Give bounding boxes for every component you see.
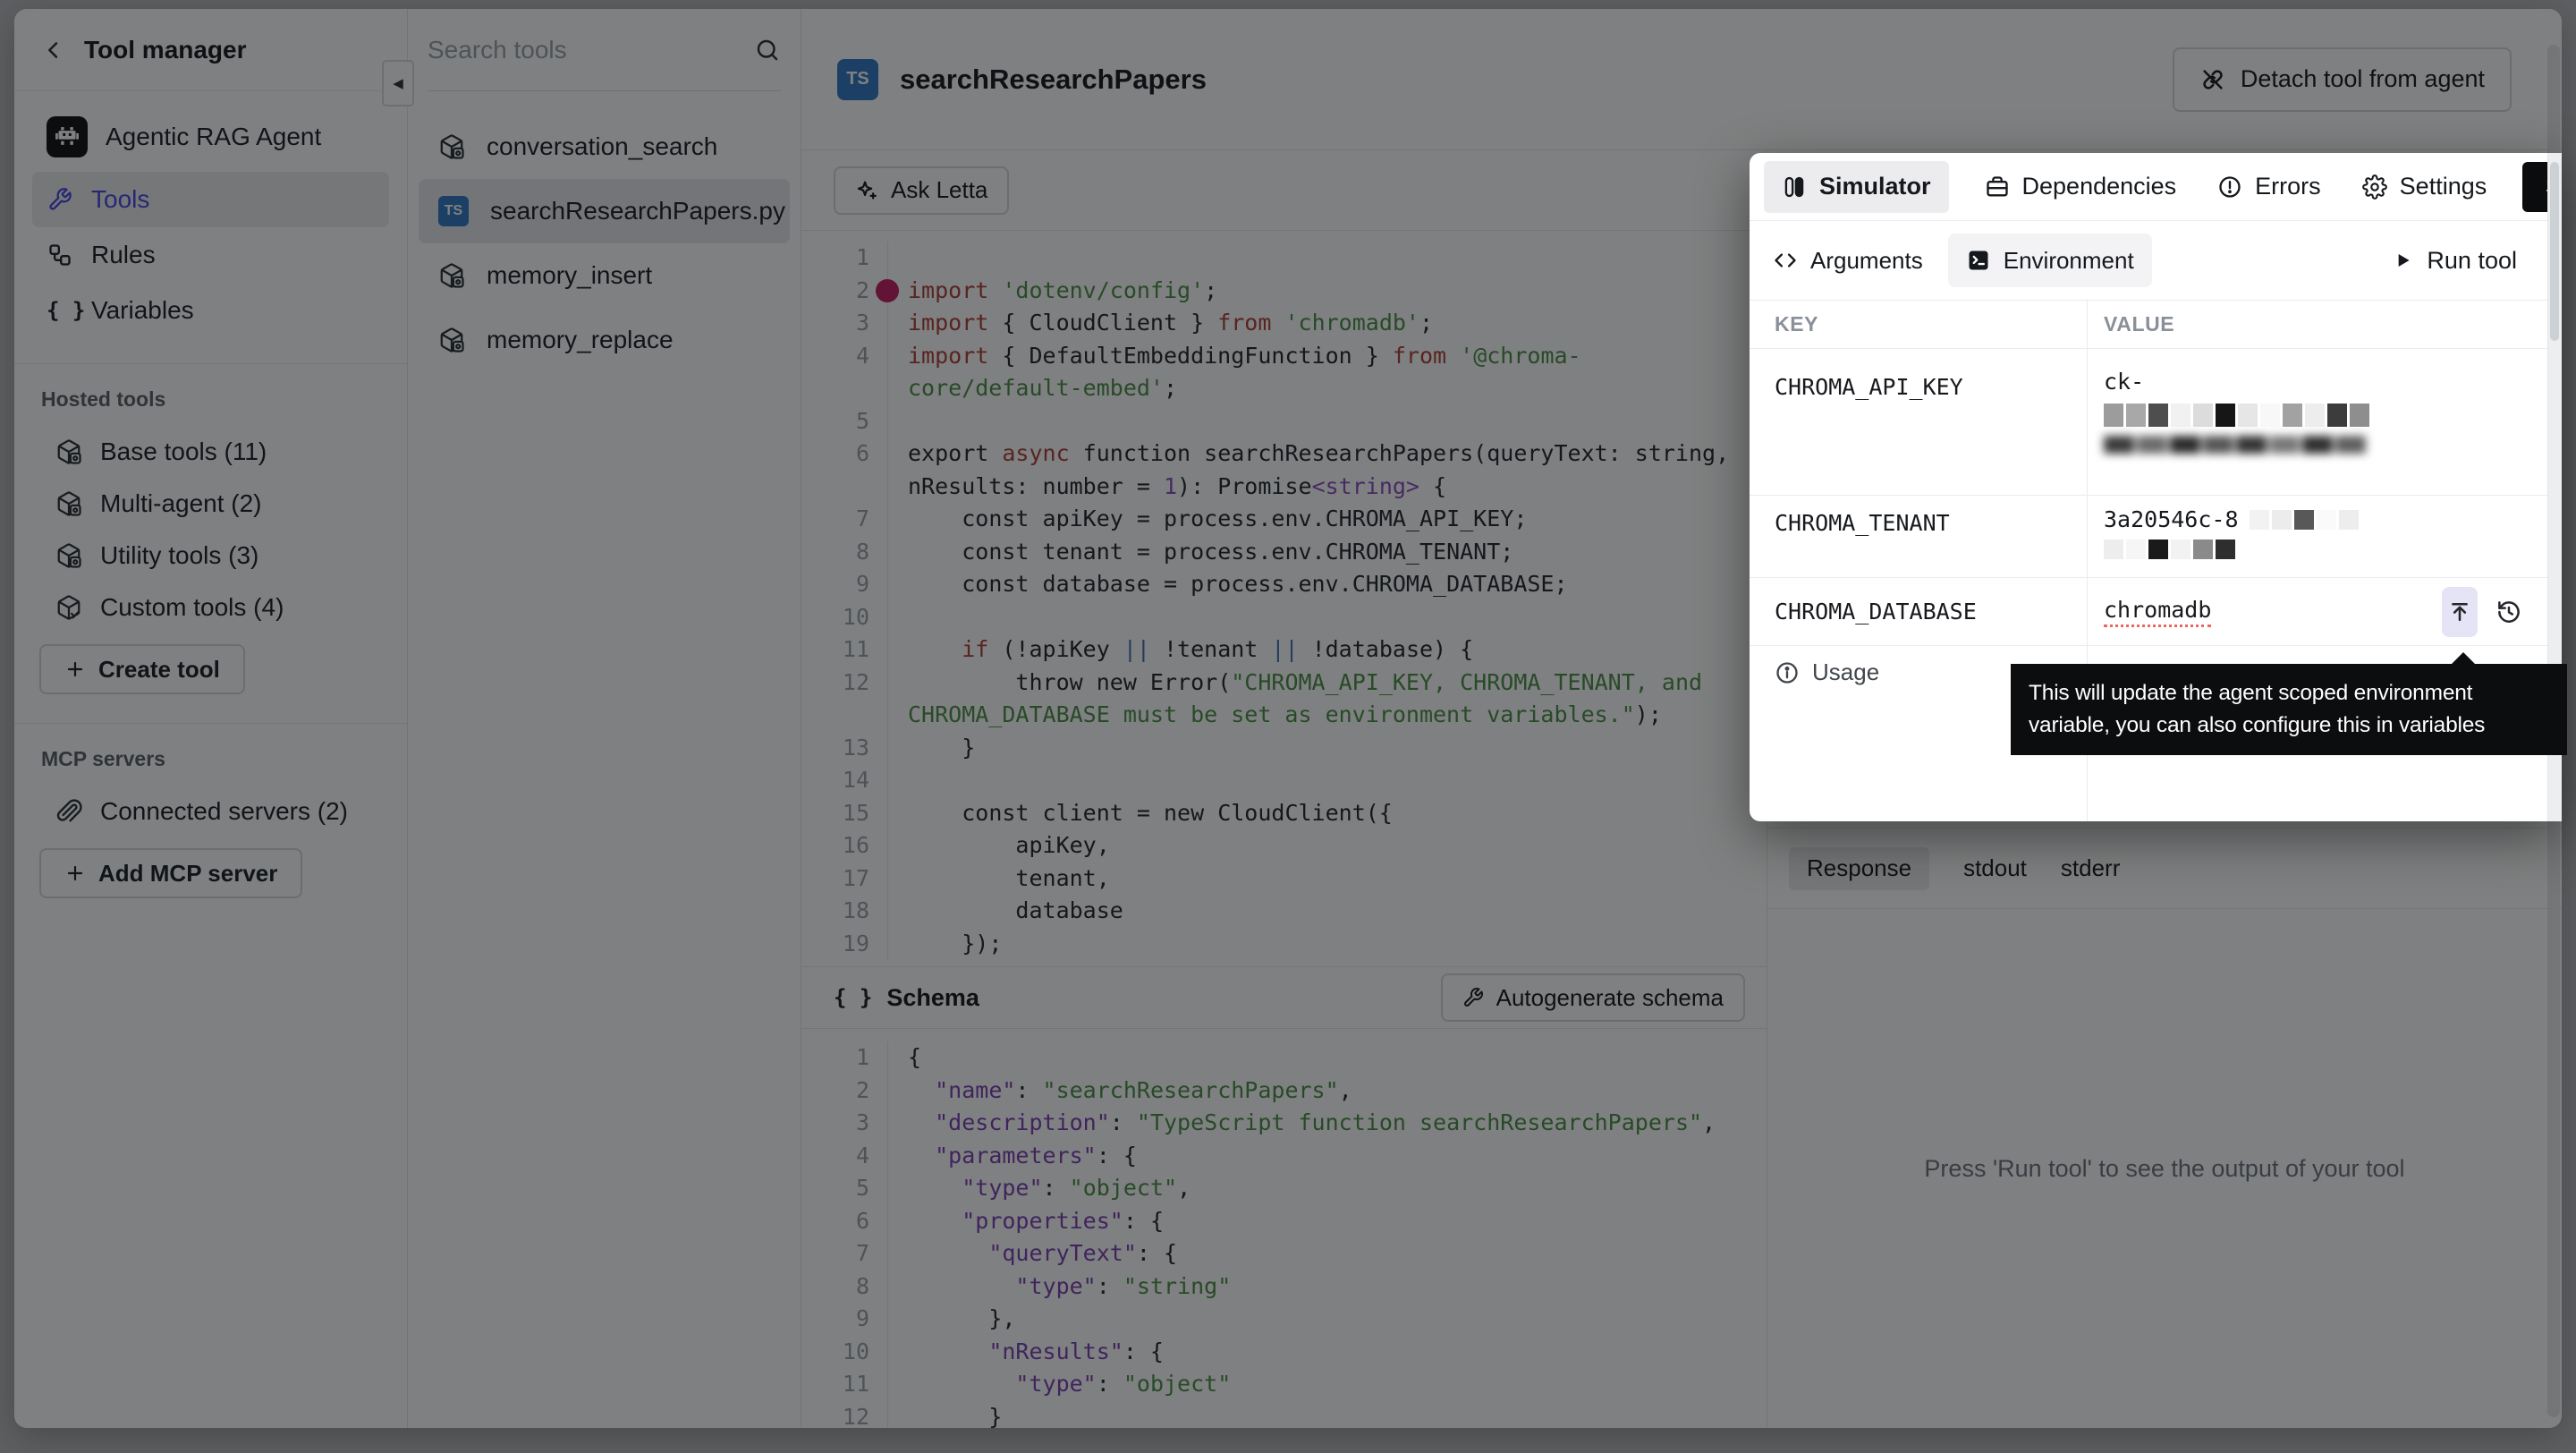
info-icon (1775, 660, 1800, 685)
env-update-tooltip: This will update the agent scoped enviro… (2011, 664, 2567, 755)
tooltip-line: This will update the agent scoped enviro… (2029, 677, 2549, 710)
redacted-blocks (2250, 510, 2361, 530)
tab-label: Settings (2400, 173, 2487, 200)
code-brackets-icon (1773, 248, 1798, 273)
env-value-cell[interactable]: ck- (2088, 349, 2547, 496)
blurred-text (2104, 436, 2547, 454)
terminal-icon (1966, 248, 1991, 273)
simulator-subtab-bar: Arguments Environment Run tool (1750, 221, 2547, 300)
play-icon (2391, 249, 2414, 272)
tooltip-line: variable, you can also configure this in… (2029, 710, 2549, 742)
upload-env-button[interactable] (2442, 587, 2478, 637)
value-column-header: VALUE (2088, 301, 2547, 349)
simulator-tab-bar: Simulator Dependencies Errors Settings S… (1750, 153, 2547, 221)
tab-dependencies[interactable]: Dependencies (1979, 161, 2182, 213)
briefcase-icon (1985, 174, 2010, 200)
subtab-label: Environment (2004, 247, 2134, 275)
env-key: CHROMA_TENANT (1750, 496, 2088, 578)
tab-errors[interactable]: Errors (2212, 161, 2326, 213)
alert-circle-icon (2217, 174, 2242, 200)
env-value-prefix: 3a20546c-8 (2104, 506, 2239, 532)
tab-environment[interactable]: Environment (1948, 234, 2152, 287)
env-key: CHROMA_DATABASE (1750, 578, 2088, 646)
history-icon[interactable] (2496, 599, 2522, 625)
subtab-label: Arguments (1810, 247, 1923, 275)
gear-icon (2362, 174, 2387, 200)
env-value-prefix: ck- (2104, 369, 2547, 395)
redacted-blocks (2104, 404, 2547, 427)
tab-simulator[interactable]: Simulator (1764, 161, 1949, 213)
env-value-cell[interactable]: chromadb (2088, 578, 2547, 646)
run-tool-button[interactable]: Run tool (2391, 247, 2517, 275)
tab-label: Dependencies (2022, 173, 2177, 200)
redacted-blocks (2104, 540, 2547, 559)
tab-arguments[interactable]: Arguments (1773, 247, 1923, 275)
columns-icon (1782, 174, 1807, 200)
usage-label: Usage (1812, 659, 1879, 686)
key-column-header: KEY (1750, 301, 2088, 349)
env-key: CHROMA_API_KEY (1750, 349, 2088, 496)
tab-label: Errors (2255, 173, 2321, 200)
env-value-cell[interactable]: 3a20546c-8 (2088, 496, 2547, 578)
run-tool-label: Run tool (2427, 247, 2517, 275)
tab-label: Simulator (1819, 173, 1931, 200)
env-value-input[interactable]: chromadb (2104, 597, 2211, 627)
tab-settings[interactable]: Settings (2357, 161, 2493, 213)
